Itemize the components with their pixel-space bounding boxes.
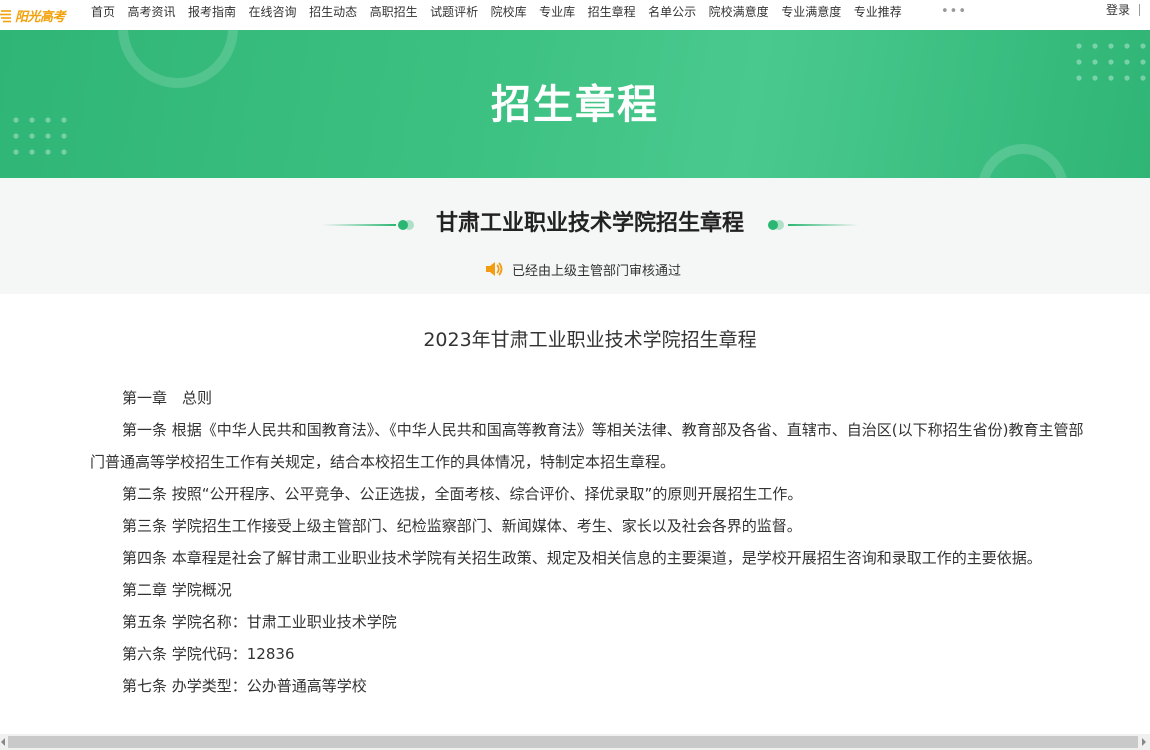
nav-item[interactable]: 院校满意度: [709, 2, 769, 22]
nav-item[interactable]: 在线咨询: [249, 2, 297, 22]
nav-item[interactable]: 专业推荐: [854, 2, 902, 22]
top-navigation: 阳光高考 首页 高考资讯 报考指南 在线咨询 招生动态 高职招生 试题评析 院校库 专业库 招生章…: [0, 0, 1150, 30]
article-paragraph: 第五条 学院名称：甘肃工业职业技术学院: [122, 613, 397, 631]
article-paragraph: 第七条 办学类型：公办普通高等学校: [122, 677, 367, 695]
nav-item[interactable]: 高职招生: [370, 2, 418, 22]
scroll-left-arrow-icon[interactable]: [1, 738, 5, 746]
article-paragraph: 第一条 根据《中华人民共和国教育法》、《中华人民共和国高等教育法》等相关法律、教…: [90, 421, 1084, 471]
nav-item[interactable]: 名单公示: [648, 2, 696, 22]
speaker-icon: [486, 262, 503, 276]
nav-item[interactable]: 首页: [91, 2, 115, 22]
school-header: 甘肃工业职业技术学院招生章程 已经由上级主管部门审核通过: [0, 178, 1150, 294]
article-paragraph: 第二条 按照“公开程序、公平竞争、公正选拔，全面考核、综合评价、择优录取”的原则…: [122, 485, 803, 503]
more-menu-button[interactable]: •••: [941, 4, 967, 19]
nav-item[interactable]: 招生章程: [588, 2, 636, 22]
title-right-dot: [768, 220, 784, 230]
article-paragraph: 第四条 本章程是社会了解甘肃工业职业技术学院有关招生政策、规定及相关信息的主要渠…: [122, 549, 1042, 567]
article-body: 第一章 总则第一条 根据《中华人民共和国教育法》、《中华人民共和国高等教育法》等…: [90, 382, 1090, 702]
sun-icon: [0, 10, 11, 23]
nav-item[interactable]: 专业满意度: [781, 2, 841, 22]
horizontal-scrollbar[interactable]: [0, 734, 1150, 750]
article-paragraph: 第三条 学院招生工作接受上级主管部门、纪检监察部门、新闻媒体、考生、家长以及社会…: [122, 517, 802, 535]
article-paragraph: 第二章 学院概况: [122, 581, 232, 599]
nav-item[interactable]: 院校库: [491, 2, 527, 22]
login-link[interactable]: 登录: [1106, 0, 1130, 20]
article-paragraph: 第一章 总则: [122, 389, 213, 407]
banner-title: 招生章程: [491, 82, 659, 128]
school-title: 甘肃工业职业技术学院招生章程: [435, 211, 744, 236]
nav-item[interactable]: 高考资讯: [128, 2, 176, 22]
nav-menu: 首页 高考资讯 报考指南 在线咨询 招生动态 高职招生 试题评析 院校库 专业库 招生章程 名单公示…: [91, 0, 914, 24]
article-title: 2023年甘肃工业职业技术学院招生章程: [423, 329, 757, 351]
audit-notice: 已经由上级主管部门审核通过: [484, 258, 681, 280]
nav-item[interactable]: 专业库: [539, 2, 575, 22]
nav-item[interactable]: 报考指南: [188, 2, 236, 22]
title-right-line: [788, 224, 858, 226]
scrollbar-thumb[interactable]: [8, 736, 1138, 748]
site-logo[interactable]: 阳光高考: [0, 2, 70, 28]
article-paragraph: 第六条 学院代码：12836: [122, 645, 295, 663]
scroll-right-arrow-icon[interactable]: [1142, 738, 1146, 746]
page-banner: 招生章程: [0, 30, 1150, 178]
nav-item[interactable]: 招生动态: [309, 2, 357, 22]
login-divider: [1139, 4, 1140, 16]
audit-text: 已经由上级主管部门审核通过: [512, 263, 682, 279]
logo-text: 阳光高考: [15, 9, 66, 25]
nav-item[interactable]: 试题评析: [430, 2, 478, 22]
banner-ring-decoration: [978, 144, 1068, 178]
